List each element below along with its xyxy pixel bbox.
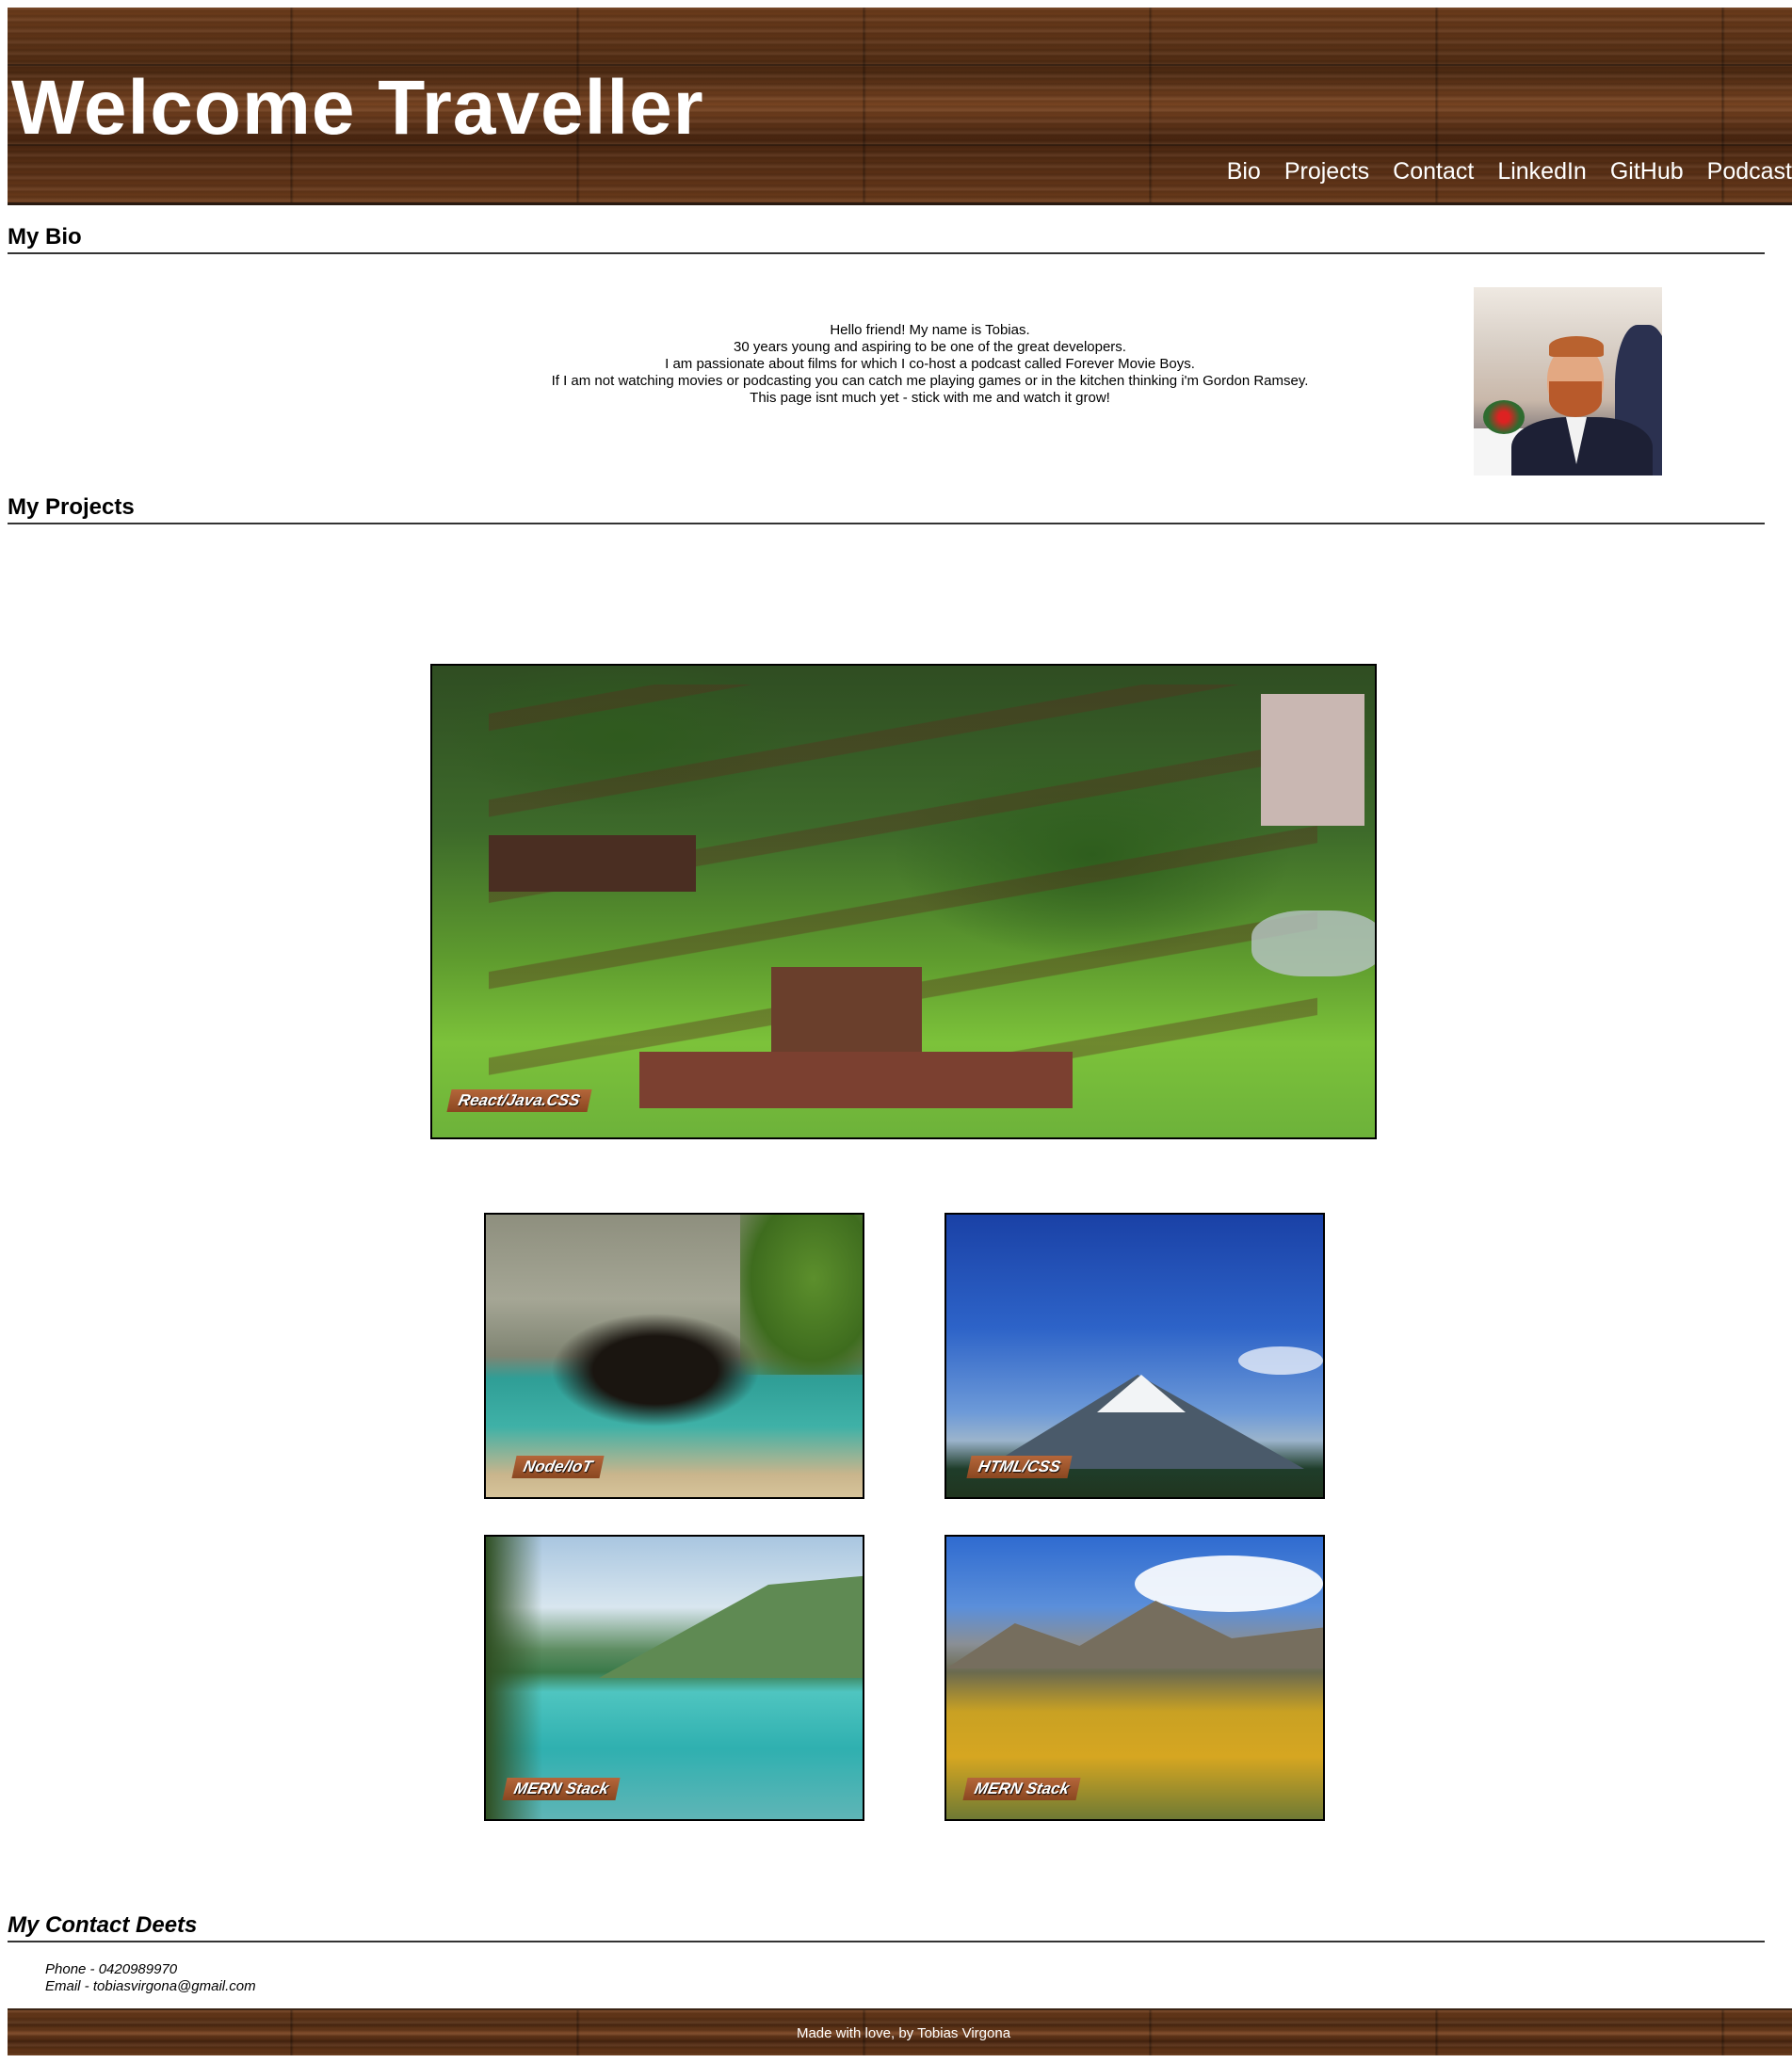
site-header: Welcome Traveller Bio Projects Contact L…: [8, 8, 1792, 205]
nav-link-projects[interactable]: Projects: [1284, 158, 1369, 185]
project-card-mern-stack-autumn[interactable]: MERN Stack: [944, 1535, 1325, 1821]
profile-photo: [1474, 287, 1662, 475]
project-card-react-java-css[interactable]: React/Java.CSS: [430, 664, 1377, 1139]
lake-hill: [599, 1574, 863, 1678]
site-footer: Made with love, by Tobias Virgona: [8, 2008, 1792, 2055]
nav-link-podcast[interactable]: Podcast: [1707, 158, 1792, 185]
main-nav: Bio Projects Contact LinkedIn GitHub Pod…: [1227, 158, 1792, 185]
contact-phone: Phone - 0420989970: [45, 1961, 178, 1977]
contact-email: Email - tobiasvirgona@gmail.com: [45, 1978, 256, 1994]
nav-link-linkedin[interactable]: LinkedIn: [1497, 158, 1587, 185]
project-tag: HTML/CSS: [966, 1456, 1073, 1478]
project-tag: React/Java.CSS: [446, 1089, 592, 1112]
village-river: [1251, 911, 1375, 976]
contact-info: Phone - 0420989970 Email - tobiasvirgona…: [45, 1961, 256, 1995]
project-card-node-iot[interactable]: Node/IoT: [484, 1213, 864, 1499]
footer-text: Made with love, by Tobias Virgona: [796, 2025, 1011, 2041]
project-tag: MERN Stack: [962, 1778, 1081, 1800]
autumn-cloud: [1135, 1555, 1323, 1612]
village-houses: [489, 835, 696, 892]
photo-beard: [1549, 381, 1602, 417]
mountain-cloud: [1238, 1346, 1323, 1375]
village-buildings: [1261, 694, 1364, 826]
lake-leaves: [486, 1537, 542, 1819]
cave-foliage: [740, 1215, 863, 1375]
nav-link-github[interactable]: GitHub: [1610, 158, 1684, 185]
site-title: Welcome Traveller: [11, 65, 704, 151]
project-card-mern-stack-lake[interactable]: MERN Stack: [484, 1535, 864, 1821]
village-houses: [639, 1052, 1073, 1108]
village-houses: [771, 967, 922, 1052]
contact-heading: My Contact Deets: [8, 1912, 1765, 1942]
project-card-html-css[interactable]: HTML/CSS: [944, 1213, 1325, 1499]
photo-hair: [1549, 336, 1604, 357]
nav-link-bio[interactable]: Bio: [1227, 158, 1261, 185]
nav-link-contact[interactable]: Contact: [1393, 158, 1474, 185]
bio-heading: My Bio: [8, 224, 1765, 254]
projects-heading: My Projects: [8, 494, 1765, 524]
photo-flowers: [1483, 400, 1525, 434]
project-tag: MERN Stack: [502, 1778, 621, 1800]
project-tag: Node/IoT: [511, 1456, 605, 1478]
